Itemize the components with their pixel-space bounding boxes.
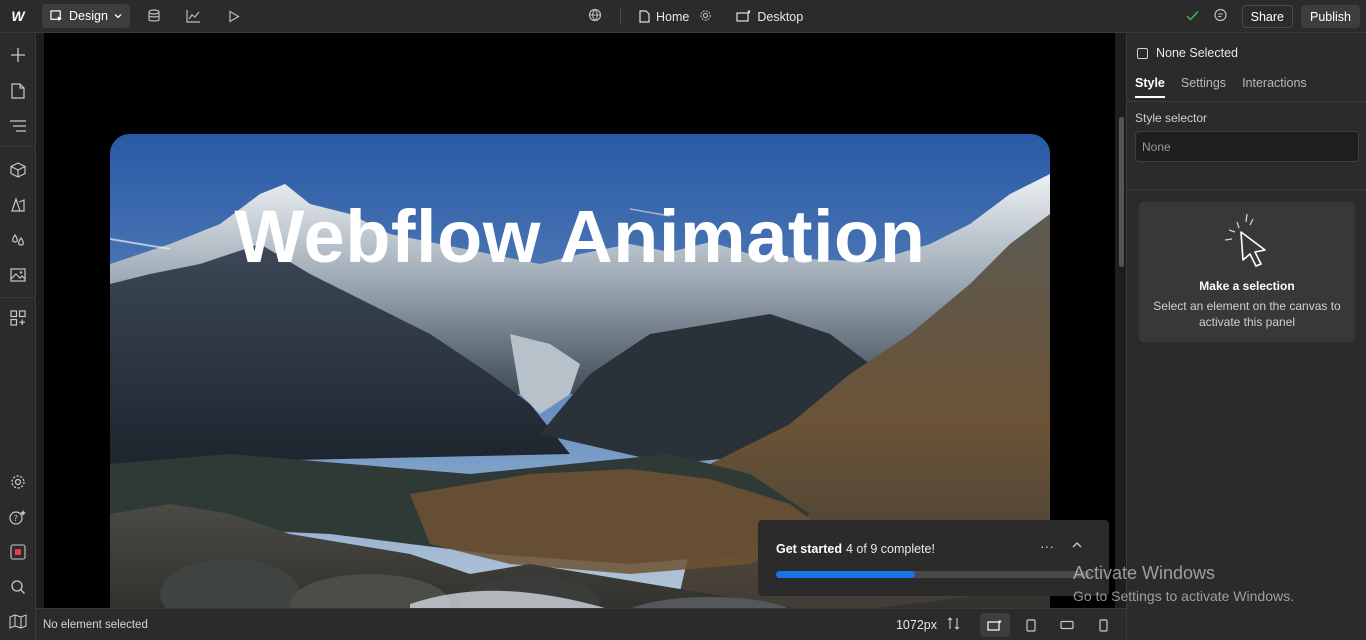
chevron-up-icon[interactable]	[1072, 538, 1082, 552]
empty-state-title: Make a selection	[1199, 279, 1295, 293]
canvas-scrollbar[interactable]	[1116, 33, 1126, 608]
breakpoint-label: Desktop	[757, 9, 804, 24]
mobile-landscape-icon	[1060, 620, 1074, 630]
top-bar: W Design Home Desktop Share Publish	[0, 0, 1366, 33]
svg-text:?: ?	[14, 514, 18, 523]
page-icon	[639, 10, 650, 23]
cursor-click-icon	[1224, 213, 1266, 267]
webflow-designer: W Design Home Desktop Share Publish ? We…	[0, 0, 1366, 640]
components-cube-icon[interactable]	[6, 158, 30, 182]
empty-selection-card: Make a selection Select an element on th…	[1139, 202, 1355, 342]
breakpoint-controls: 1072px	[896, 609, 1118, 640]
checklist-progress-fill	[776, 571, 915, 578]
canvas-width-value[interactable]: 1072px	[896, 618, 937, 632]
selection-label: None Selected	[1156, 46, 1239, 60]
left-toolbar: ?	[0, 33, 36, 640]
tab-interactions[interactable]: Interactions	[1242, 76, 1307, 98]
breakpoint-selector[interactable]: Desktop	[736, 10, 803, 24]
toolbar-divider	[0, 146, 36, 147]
panel-tabs: Style Settings Interactions	[1135, 76, 1307, 98]
canvas-scrollbar-thumb[interactable]	[1119, 117, 1124, 267]
settings-gear-icon[interactable]	[6, 470, 30, 494]
mobile-portrait-icon	[1098, 618, 1108, 632]
variables-drops-icon[interactable]	[6, 228, 30, 252]
preview-play-icon[interactable]	[214, 0, 254, 33]
chevron-down-icon	[114, 14, 122, 19]
page-label: Home	[656, 9, 690, 24]
mobile-portrait-breakpoint-button[interactable]	[1088, 613, 1118, 637]
apps-grid-icon[interactable]	[6, 306, 30, 330]
tablet-breakpoint-button[interactable]	[1016, 613, 1046, 637]
resize-arrows-icon[interactable]	[947, 617, 960, 633]
style-guide-icon[interactable]	[6, 193, 30, 217]
comments-icon[interactable]	[1213, 8, 1228, 25]
watermark-subtitle: Go to Settings to activate Windows.	[1073, 588, 1294, 604]
analytics-chart-icon[interactable]	[174, 0, 214, 33]
design-mode-button[interactable]: Design	[42, 4, 130, 28]
get-started-checklist[interactable]: Get started 4 of 9 complete! ···	[758, 520, 1109, 596]
assets-image-icon[interactable]	[6, 263, 30, 287]
share-button[interactable]: Share	[1241, 5, 1293, 28]
checklist-title: Get started	[776, 542, 842, 556]
panel-divider	[1127, 189, 1366, 190]
cms-database-icon[interactable]	[134, 0, 174, 33]
top-right-actions: Share Publish	[1186, 0, 1360, 33]
mobile-landscape-breakpoint-button[interactable]	[1052, 613, 1082, 637]
selection-indicator[interactable]: None Selected	[1137, 46, 1238, 60]
empty-state-description: Select an element on the canvas to activ…	[1153, 299, 1341, 329]
tab-style[interactable]: Style	[1135, 76, 1165, 98]
page-toolbar: Home Desktop	[588, 0, 803, 33]
pages-icon[interactable]	[6, 79, 30, 103]
page-settings-gear-icon[interactable]	[699, 9, 712, 25]
desktop-breakpoint-button[interactable]	[980, 613, 1010, 637]
selection-checkbox-icon	[1137, 47, 1148, 59]
navigator-icon[interactable]	[6, 114, 30, 138]
webflow-logo[interactable]: W	[0, 0, 36, 33]
bottom-status-bar: No element selected 1072px	[36, 608, 1126, 640]
watermark-title: Activate Windows	[1073, 563, 1216, 583]
tablet-icon	[1026, 618, 1036, 632]
more-options-icon[interactable]: ···	[1040, 538, 1054, 554]
desktop-breakpoint-icon	[736, 10, 751, 22]
globe-icon[interactable]	[588, 8, 602, 25]
selection-status: No element selected	[43, 618, 148, 631]
mode-label: Design	[69, 9, 108, 23]
hero-heading[interactable]: Webflow Animation	[110, 194, 1050, 279]
desktop-star-icon	[987, 619, 1002, 631]
style-selector-input[interactable]: None	[1135, 131, 1359, 162]
tutorial-map-icon[interactable]	[6, 609, 30, 633]
saved-check-icon	[1186, 10, 1199, 24]
add-element-icon[interactable]	[6, 43, 30, 67]
checklist-progress-bar	[776, 571, 1091, 578]
tab-settings[interactable]: Settings	[1181, 76, 1226, 98]
cursor-box-icon	[50, 9, 63, 22]
style-selector-label: Style selector	[1135, 111, 1208, 125]
record-stop-icon[interactable]	[6, 540, 30, 564]
windows-activation-watermark: Activate Windows Go to Settings to activ…	[1073, 563, 1294, 604]
toolbar-divider	[620, 8, 621, 25]
checklist-progress-text: 4 of 9 complete!	[846, 542, 935, 556]
publish-button[interactable]: Publish	[1301, 5, 1360, 28]
toolbar-divider	[0, 297, 36, 298]
page-selector[interactable]: Home	[639, 10, 689, 24]
panel-divider	[1127, 101, 1366, 102]
search-icon[interactable]	[6, 575, 30, 599]
help-sparkle-icon[interactable]: ?	[6, 505, 30, 529]
style-panel: None Selected Style Settings Interaction…	[1126, 33, 1366, 640]
